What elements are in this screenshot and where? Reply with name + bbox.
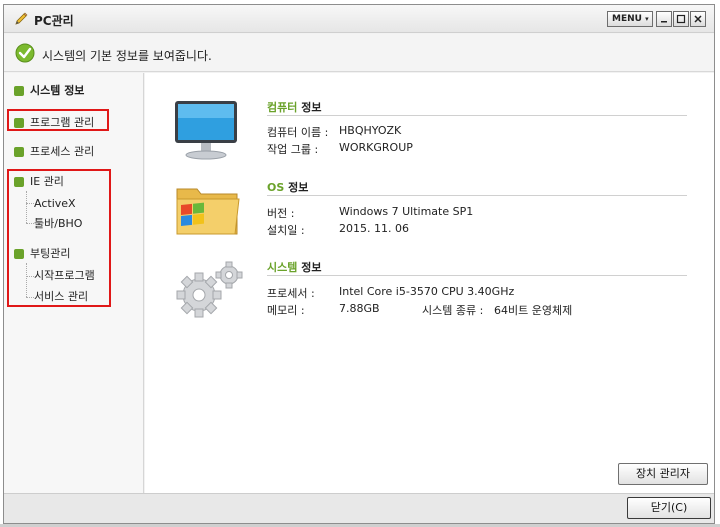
memory-label: 메모리 :	[267, 304, 305, 317]
info-message: 시스템의 기본 정보를 보여줍니다.	[42, 49, 212, 63]
close-button[interactable]: 닫기(C)	[627, 497, 711, 519]
section-divider	[267, 275, 687, 276]
sidebar-item-label: 프로세스 관리	[30, 145, 95, 158]
footer-bar: 닫기(C)	[4, 493, 714, 523]
computer-name-value: HBQHYOZK	[339, 124, 402, 137]
install-date-label: 설치일 :	[267, 224, 305, 237]
device-manager-button[interactable]: 장치 관리자	[618, 463, 708, 485]
close-window-button[interactable]	[690, 11, 706, 27]
sidebar-item-system-info[interactable]: 시스템 정보	[14, 83, 84, 99]
minimize-button[interactable]	[656, 11, 672, 27]
folder-windows-icon	[173, 179, 243, 242]
title-bar[interactable]: PC관리 MENU ▾	[4, 5, 714, 33]
section-title-rest: 정보	[297, 101, 322, 114]
section-divider	[267, 195, 687, 196]
computer-name-label: 컴퓨터 이름 :	[267, 126, 329, 139]
os-section-title: OS 정보	[267, 179, 308, 195]
menu-button[interactable]: MENU ▾	[607, 11, 653, 27]
system-type-label: 시스템 종류 :	[422, 304, 484, 317]
maximize-icon	[676, 14, 686, 24]
main-content: 컴퓨터 정보 컴퓨터 이름 : HBQHYOZK 작업 그룹 : WORKGRO…	[145, 73, 714, 493]
gears-icon	[175, 259, 245, 322]
os-version-value: Windows 7 Ultimate SP1	[339, 205, 474, 218]
section-title-accent: OS	[267, 181, 285, 194]
computer-section-title: 컴퓨터 정보	[267, 99, 321, 115]
maximize-button[interactable]	[673, 11, 689, 27]
menu-label: MENU	[612, 14, 642, 24]
section-title-rest: 정보	[297, 261, 322, 274]
workgroup-value: WORKGROUP	[339, 141, 413, 154]
section-title-accent: 시스템	[267, 261, 298, 274]
sidebar-item-label: 시스템 정보	[30, 84, 85, 97]
chevron-down-icon: ▾	[645, 15, 649, 23]
processor-label: 프로세서 :	[267, 287, 315, 300]
check-circle-icon	[15, 43, 35, 63]
system-section-title: 시스템 정보	[267, 259, 321, 275]
bullet-icon	[14, 86, 24, 96]
os-version-label: 버전 :	[267, 207, 295, 220]
highlight-box	[7, 169, 111, 307]
section-divider	[267, 115, 687, 116]
section-title-rest: 정보	[284, 181, 309, 194]
system-type-value: 64비트 운영체제	[494, 304, 573, 317]
section-title-accent: 컴퓨터	[267, 101, 298, 114]
workgroup-label: 작업 그룹 :	[267, 143, 319, 156]
processor-value: Intel Core i5-3570 CPU 3.40GHz	[339, 285, 515, 298]
info-bar: 시스템의 기본 정보를 보여줍니다.	[4, 34, 714, 72]
minimize-icon	[661, 21, 667, 23]
highlight-box	[7, 109, 109, 131]
pencil-icon	[13, 11, 29, 27]
pc-management-window: PC관리 MENU ▾ 시스템의 기본 정보를 보여줍니다. 시스템 정보 프로…	[3, 4, 715, 524]
monitor-icon	[173, 99, 239, 164]
sidebar-item-process-management[interactable]: 프로세스 관리	[14, 144, 94, 160]
install-date-value: 2015. 11. 06	[339, 222, 409, 235]
close-icon	[694, 15, 702, 23]
window-title: PC관리	[34, 14, 74, 28]
memory-value: 7.88GB	[339, 302, 380, 315]
bullet-icon	[14, 147, 24, 157]
